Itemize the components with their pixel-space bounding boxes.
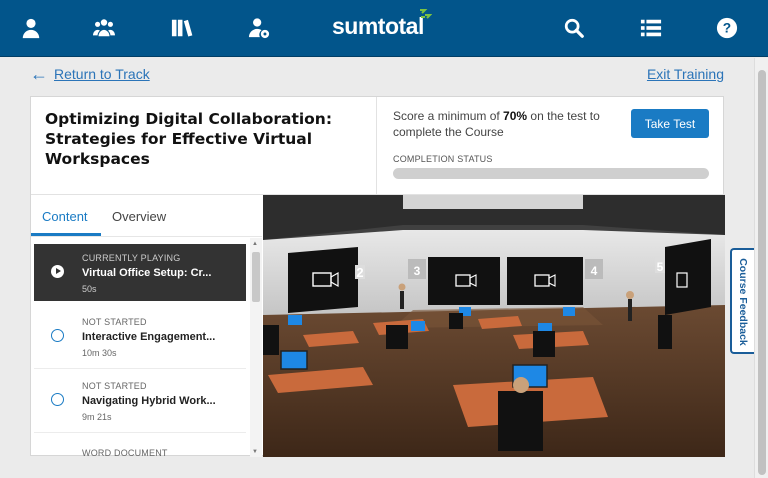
item-status: NOT STARTED [82,381,147,391]
sumtotal-logo[interactable]: sumtotal [332,10,424,42]
item-status: WORD DOCUMENT [82,448,168,457]
active-tab-indicator [31,233,101,236]
item-name: Interactive Engagement... [82,331,216,343]
item-duration: 9m 21s [82,412,112,422]
score-requirement-text: Score a minimum of 70% on the test to co… [393,108,603,140]
not-started-circle-icon [51,393,64,406]
list-item[interactable]: CURRENTLY PLAYING Virtual Office Setup: … [34,244,246,301]
help-icon[interactable]: ? [713,14,741,42]
item-duration: 50s [82,284,97,294]
screen-number-2: 2 [356,265,363,280]
virtual-office-scene: 2 3 4 5 [263,195,725,457]
list-item[interactable]: WORD DOCUMENT [34,436,246,457]
library-icon[interactable] [168,14,196,42]
not-started-circle-icon [51,329,64,342]
completion-progress-bar [393,168,709,179]
logo-mark-icon [420,9,432,19]
user-icon[interactable] [17,14,45,42]
top-navigation-bar: sumtotal ? [0,0,768,57]
course-player-card: Optimizing Digital Collaboration: Strate… [30,96,725,457]
list-item[interactable]: NOT STARTED Interactive Engagement... 10… [34,308,246,365]
tab-content[interactable]: Content [42,209,88,224]
course-feedback-tab[interactable]: Course Feedback [730,248,754,354]
item-name: Virtual Office Setup: Cr... [82,267,212,279]
exit-training-link[interactable]: Exit Training [647,66,724,82]
arrow-left-icon: ← [30,64,48,84]
video-player[interactable]: 2 3 4 5 [263,195,725,457]
tab-overview[interactable]: Overview [112,209,166,224]
score-box: Score a minimum of 70% on the test to co… [377,97,725,195]
item-duration: 10m 30s [82,348,117,358]
course-feedback-label: Course Feedback [737,258,749,346]
content-tabs: Content Overview [31,195,262,237]
screen-number-5: 5 [657,260,664,274]
score-prefix: Score a minimum of [393,109,500,123]
search-icon[interactable] [560,14,588,42]
score-percent: 70% [503,109,528,123]
svg-text:?: ? [723,21,731,36]
user-settings-icon[interactable] [245,14,273,42]
page-scrollbar[interactable] [754,58,768,478]
play-icon [51,265,64,278]
return-to-track-label: Return to Track [54,66,150,82]
return-to-track-link[interactable]: ← Return to Track [30,64,150,84]
screen-number-3: 3 [414,264,421,278]
content-list-scrollbar[interactable]: ▲ ▼ [250,238,262,457]
course-title: Optimizing Digital Collaboration: Strate… [45,110,333,168]
take-test-button[interactable]: Take Test [631,109,709,138]
course-title-box: Optimizing Digital Collaboration: Strate… [31,97,377,195]
page-scrollbar-thumb[interactable] [758,70,766,475]
item-status: CURRENTLY PLAYING [82,253,181,263]
item-status: NOT STARTED [82,317,147,327]
divider [34,368,246,369]
content-list: CURRENTLY PLAYING Virtual Office Setup: … [31,238,262,457]
content-list-scrollbar-thumb[interactable] [252,252,260,302]
divider [34,432,246,433]
users-icon[interactable] [90,14,118,42]
scroll-up-icon[interactable]: ▲ [252,241,258,247]
list-item[interactable]: NOT STARTED Navigating Hybrid Work... 9m… [34,372,246,429]
list-icon[interactable] [637,14,665,42]
item-name: Navigating Hybrid Work... [82,395,216,407]
screen-number-4: 4 [591,264,598,278]
scroll-down-icon[interactable]: ▼ [252,449,258,455]
completion-status-label: COMPLETION STATUS [393,154,493,164]
